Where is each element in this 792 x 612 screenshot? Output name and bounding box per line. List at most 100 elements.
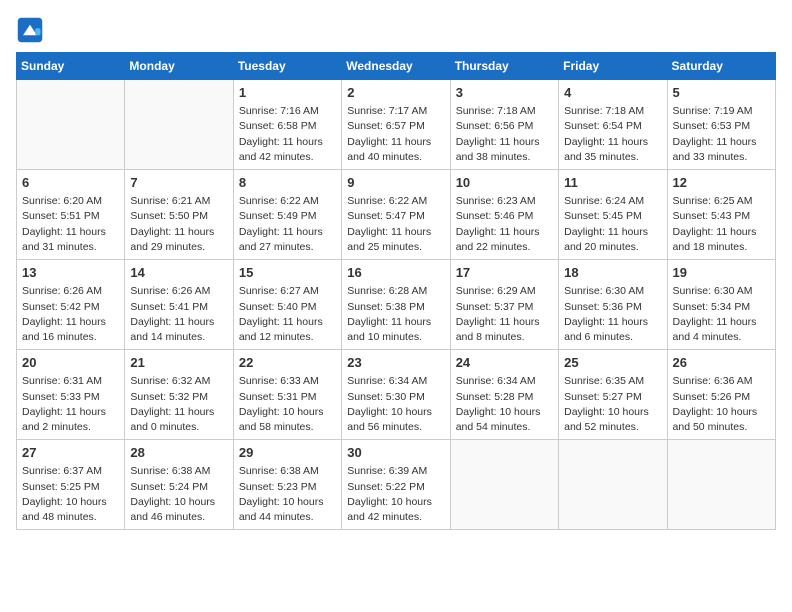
calendar-cell: 22 Sunrise: 6:33 AM Sunset: 5:31 PM Dayli… [233, 350, 341, 440]
calendar-body: 1 Sunrise: 7:16 AM Sunset: 6:58 PM Daylig… [17, 80, 776, 530]
day-number: 27 [22, 444, 119, 462]
day-info: Sunrise: 6:36 AM Sunset: 5:26 PM Dayligh… [673, 374, 770, 435]
calendar-cell: 17 Sunrise: 6:29 AM Sunset: 5:37 PM Dayli… [450, 260, 558, 350]
calendar-week-row: 27 Sunrise: 6:37 AM Sunset: 5:25 PM Dayli… [17, 440, 776, 530]
calendar-cell: 25 Sunrise: 6:35 AM Sunset: 5:27 PM Dayli… [559, 350, 667, 440]
day-info: Sunrise: 7:19 AM Sunset: 6:53 PM Dayligh… [673, 104, 770, 165]
calendar-cell: 3 Sunrise: 7:18 AM Sunset: 6:56 PM Daylig… [450, 80, 558, 170]
calendar-cell [667, 440, 775, 530]
day-info: Sunrise: 6:29 AM Sunset: 5:37 PM Dayligh… [456, 284, 553, 345]
day-number: 7 [130, 174, 227, 192]
day-number: 15 [239, 264, 336, 282]
calendar-cell: 8 Sunrise: 6:22 AM Sunset: 5:49 PM Daylig… [233, 170, 341, 260]
calendar-cell: 6 Sunrise: 6:20 AM Sunset: 5:51 PM Daylig… [17, 170, 125, 260]
calendar-cell: 16 Sunrise: 6:28 AM Sunset: 5:38 PM Dayli… [342, 260, 450, 350]
day-number: 17 [456, 264, 553, 282]
day-info: Sunrise: 6:34 AM Sunset: 5:28 PM Dayligh… [456, 374, 553, 435]
day-number: 29 [239, 444, 336, 462]
day-info: Sunrise: 7:18 AM Sunset: 6:54 PM Dayligh… [564, 104, 661, 165]
day-info: Sunrise: 6:33 AM Sunset: 5:31 PM Dayligh… [239, 374, 336, 435]
calendar-cell: 15 Sunrise: 6:27 AM Sunset: 5:40 PM Dayli… [233, 260, 341, 350]
day-number: 26 [673, 354, 770, 372]
day-of-week-header: Monday [125, 53, 233, 80]
calendar-table: SundayMondayTuesdayWednesdayThursdayFrid… [16, 52, 776, 530]
day-info: Sunrise: 6:28 AM Sunset: 5:38 PM Dayligh… [347, 284, 444, 345]
day-number: 14 [130, 264, 227, 282]
day-number: 9 [347, 174, 444, 192]
day-number: 10 [456, 174, 553, 192]
calendar-cell: 29Sunrise: 6:38 AM Sunset: 5:23 PM Dayli… [233, 440, 341, 530]
day-number: 6 [22, 174, 119, 192]
day-number: 23 [347, 354, 444, 372]
day-info: Sunrise: 6:22 AM Sunset: 5:49 PM Dayligh… [239, 194, 336, 255]
day-info: Sunrise: 6:21 AM Sunset: 5:50 PM Dayligh… [130, 194, 227, 255]
day-number: 16 [347, 264, 444, 282]
day-info: Sunrise: 6:24 AM Sunset: 5:45 PM Dayligh… [564, 194, 661, 255]
calendar-cell [125, 80, 233, 170]
day-number: 8 [239, 174, 336, 192]
calendar-cell: 14Sunrise: 6:26 AM Sunset: 5:41 PM Dayli… [125, 260, 233, 350]
day-info: Sunrise: 6:27 AM Sunset: 5:40 PM Dayligh… [239, 284, 336, 345]
day-number: 22 [239, 354, 336, 372]
day-info: Sunrise: 6:26 AM Sunset: 5:42 PM Dayligh… [22, 284, 119, 345]
calendar-cell: 5 Sunrise: 7:19 AM Sunset: 6:53 PM Daylig… [667, 80, 775, 170]
day-info: Sunrise: 7:16 AM Sunset: 6:58 PM Dayligh… [239, 104, 336, 165]
day-info: Sunrise: 6:30 AM Sunset: 5:36 PM Dayligh… [564, 284, 661, 345]
day-number: 3 [456, 84, 553, 102]
day-info: Sunrise: 6:23 AM Sunset: 5:46 PM Dayligh… [456, 194, 553, 255]
day-of-week-header: Thursday [450, 53, 558, 80]
calendar-cell: 28 Sunrise: 6:38 AM Sunset: 5:24 PM Dayli… [125, 440, 233, 530]
day-info: Sunrise: 6:37 AM Sunset: 5:25 PM Dayligh… [22, 464, 119, 525]
day-number: 5 [673, 84, 770, 102]
day-number: 24 [456, 354, 553, 372]
calendar-cell: 18Sunrise: 6:30 AM Sunset: 5:36 PM Dayli… [559, 260, 667, 350]
calendar-cell [450, 440, 558, 530]
calendar-cell: 10 Sunrise: 6:23 AM Sunset: 5:46 PM Dayli… [450, 170, 558, 260]
day-of-week-header: Saturday [667, 53, 775, 80]
calendar-cell: 19Sunrise: 6:30 AM Sunset: 5:34 PM Dayli… [667, 260, 775, 350]
calendar-cell: 2 Sunrise: 7:17 AM Sunset: 6:57 PM Daylig… [342, 80, 450, 170]
calendar-week-row: 6 Sunrise: 6:20 AM Sunset: 5:51 PM Daylig… [17, 170, 776, 260]
calendar-cell: 1 Sunrise: 7:16 AM Sunset: 6:58 PM Daylig… [233, 80, 341, 170]
day-info: Sunrise: 6:34 AM Sunset: 5:30 PM Dayligh… [347, 374, 444, 435]
calendar-week-row: 13Sunrise: 6:26 AM Sunset: 5:42 PM Dayli… [17, 260, 776, 350]
day-number: 19 [673, 264, 770, 282]
calendar-cell: 13Sunrise: 6:26 AM Sunset: 5:42 PM Dayli… [17, 260, 125, 350]
calendar-cell [559, 440, 667, 530]
calendar-cell: 23 Sunrise: 6:34 AM Sunset: 5:30 PM Dayli… [342, 350, 450, 440]
day-number: 30 [347, 444, 444, 462]
calendar-cell: 30 Sunrise: 6:39 AM Sunset: 5:22 PM Dayli… [342, 440, 450, 530]
day-info: Sunrise: 6:22 AM Sunset: 5:47 PM Dayligh… [347, 194, 444, 255]
calendar-cell: 9 Sunrise: 6:22 AM Sunset: 5:47 PM Daylig… [342, 170, 450, 260]
day-number: 11 [564, 174, 661, 192]
calendar-header-row: SundayMondayTuesdayWednesdayThursdayFrid… [17, 53, 776, 80]
day-info: Sunrise: 7:18 AM Sunset: 6:56 PM Dayligh… [456, 104, 553, 165]
calendar-cell: 11 Sunrise: 6:24 AM Sunset: 5:45 PM Dayli… [559, 170, 667, 260]
calendar-cell: 20Sunrise: 6:31 AM Sunset: 5:33 PM Dayli… [17, 350, 125, 440]
calendar-cell: 21Sunrise: 6:32 AM Sunset: 5:32 PM Dayli… [125, 350, 233, 440]
logo-icon [16, 16, 44, 44]
day-number: 28 [130, 444, 227, 462]
day-info: Sunrise: 6:38 AM Sunset: 5:24 PM Dayligh… [130, 464, 227, 525]
day-info: Sunrise: 6:39 AM Sunset: 5:22 PM Dayligh… [347, 464, 444, 525]
calendar-cell: 27 Sunrise: 6:37 AM Sunset: 5:25 PM Dayli… [17, 440, 125, 530]
day-info: Sunrise: 6:25 AM Sunset: 5:43 PM Dayligh… [673, 194, 770, 255]
day-of-week-header: Wednesday [342, 53, 450, 80]
day-number: 21 [130, 354, 227, 372]
day-info: Sunrise: 6:31 AM Sunset: 5:33 PM Dayligh… [22, 374, 119, 435]
logo [16, 16, 48, 44]
calendar-cell: 12 Sunrise: 6:25 AM Sunset: 5:43 PM Dayli… [667, 170, 775, 260]
calendar-cell: 26 Sunrise: 6:36 AM Sunset: 5:26 PM Dayli… [667, 350, 775, 440]
day-number: 2 [347, 84, 444, 102]
calendar-cell: 24 Sunrise: 6:34 AM Sunset: 5:28 PM Dayli… [450, 350, 558, 440]
day-number: 4 [564, 84, 661, 102]
day-number: 25 [564, 354, 661, 372]
day-info: Sunrise: 6:35 AM Sunset: 5:27 PM Dayligh… [564, 374, 661, 435]
day-number: 1 [239, 84, 336, 102]
calendar-cell [17, 80, 125, 170]
day-info: Sunrise: 7:17 AM Sunset: 6:57 PM Dayligh… [347, 104, 444, 165]
day-number: 12 [673, 174, 770, 192]
day-of-week-header: Friday [559, 53, 667, 80]
page-header [16, 16, 776, 44]
day-info: Sunrise: 6:20 AM Sunset: 5:51 PM Dayligh… [22, 194, 119, 255]
